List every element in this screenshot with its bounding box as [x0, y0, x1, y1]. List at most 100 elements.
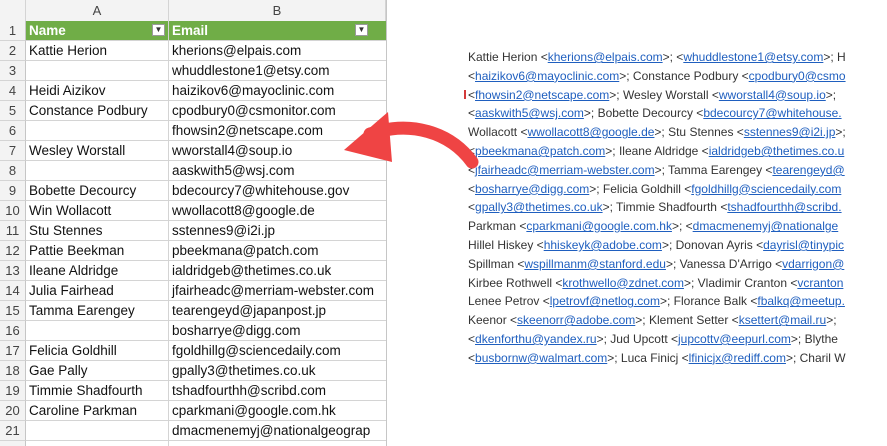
email-link[interactable]: skeenorr@adobe.com — [517, 313, 635, 327]
email-cell[interactable]: gpally3@thetimes.co.uk — [169, 361, 386, 380]
email-cell[interactable]: jfairheadc@merriam-webster.com — [169, 281, 386, 300]
email-cell[interactable]: kherions@elpais.com — [169, 41, 386, 60]
email-link[interactable]: whuddlestone1@etsy.com — [683, 50, 823, 64]
email-link[interactable]: ksettert@mail.ru — [739, 313, 827, 327]
row-header[interactable]: 15 — [0, 301, 26, 321]
email-cell[interactable]: sstennes9@i2i.jp — [169, 221, 386, 240]
email-link[interactable]: bosharrye@digg.com — [475, 182, 589, 196]
name-cell[interactable]: Timmie Shadfourth — [26, 381, 169, 400]
email-link[interactable]: tshadfourthh@scribd. — [727, 200, 841, 214]
name-cell[interactable]: Constance Podbury — [26, 101, 169, 120]
name-cell[interactable] — [26, 321, 169, 340]
row-header[interactable]: 20 — [0, 401, 26, 421]
email-cell[interactable]: tshadfourthh@scribd.com — [169, 381, 386, 400]
row-header[interactable]: 14 — [0, 281, 26, 301]
email-link[interactable]: sstennes9@i2i.jp — [744, 125, 836, 139]
email-cell[interactable]: cparkmani@google.com.hk — [169, 401, 386, 420]
name-cell[interactable]: Heidi Aizikov — [26, 81, 169, 100]
name-cell[interactable]: Bobette Decourcy — [26, 181, 169, 200]
row-header[interactable]: 6 — [0, 121, 26, 141]
email-link[interactable]: krothwello@zdnet.com — [562, 276, 684, 290]
row-header[interactable]: 2 — [0, 41, 26, 61]
name-cell[interactable]: Kattie Herion — [26, 41, 169, 60]
email-link[interactable]: fbalkq@meetup. — [757, 294, 845, 308]
email-cell[interactable]: fgoldhillg@sciencedaily.com — [169, 341, 386, 360]
name-cell[interactable] — [26, 121, 169, 140]
email-link[interactable]: dmacmenemyj@nationalge — [693, 219, 839, 233]
email-header-cell[interactable]: Email ▼ — [169, 21, 386, 40]
name-cell[interactable]: Wesley Worstall — [26, 141, 169, 160]
email-link[interactable]: wwollacott8@google.de — [527, 125, 654, 139]
email-link[interactable]: cparkmani@google.com.hk — [526, 219, 672, 233]
filter-dropdown-icon[interactable]: ▼ — [152, 24, 165, 36]
email-link[interactable]: dayrisl@tinypic — [763, 238, 844, 252]
email-cell[interactable]: haizikov6@mayoclinic.com — [169, 81, 386, 100]
name-cell[interactable]: Felicia Goldhill — [26, 341, 169, 360]
email-cell[interactable]: bdecourcy7@whitehouse.gov — [169, 181, 386, 200]
row-header[interactable]: 4 — [0, 81, 26, 101]
column-header-b[interactable]: B — [169, 0, 386, 21]
row-header[interactable]: 22 — [0, 441, 26, 446]
email-link[interactable]: ialdridgeb@thetimes.co.u — [709, 144, 845, 158]
row-header[interactable]: 1 — [0, 21, 26, 41]
name-cell[interactable]: Pattie Beekman — [26, 241, 169, 260]
row-header[interactable]: 21 — [0, 421, 26, 441]
email-cell[interactable] — [169, 441, 386, 446]
row-header[interactable]: 18 — [0, 361, 26, 381]
row-header[interactable]: 11 — [0, 221, 26, 241]
email-cell[interactable]: bosharrye@digg.com — [169, 321, 386, 340]
select-all-corner[interactable] — [0, 0, 26, 21]
name-cell[interactable]: Gae Pally — [26, 361, 169, 380]
row-header[interactable]: 12 — [0, 241, 26, 261]
email-link[interactable]: dkenforthu@yandex.ru — [475, 332, 597, 346]
email-link[interactable]: haizikov6@mayoclinic.com — [475, 69, 619, 83]
email-cell[interactable]: whuddlestone1@etsy.com — [169, 61, 386, 80]
name-cell[interactable]: Stu Stennes — [26, 221, 169, 240]
email-link[interactable]: lfinicjx@rediff.com — [689, 351, 786, 365]
email-link[interactable]: fhowsin2@netscape.com — [475, 88, 609, 102]
filter-dropdown-icon[interactable]: ▼ — [355, 24, 368, 36]
name-cell[interactable] — [26, 161, 169, 180]
row-header[interactable]: 10 — [0, 201, 26, 221]
email-link[interactable]: cpodbury0@csmo — [749, 69, 846, 83]
name-cell[interactable]: Tamma Earengey — [26, 301, 169, 320]
row-header[interactable]: 7 — [0, 141, 26, 161]
email-link[interactable]: gpally3@thetimes.co.uk — [475, 200, 603, 214]
column-header-a[interactable]: A — [26, 0, 169, 21]
name-cell[interactable]: Win Wollacott — [26, 201, 169, 220]
row-header[interactable]: 9 — [0, 181, 26, 201]
email-link[interactable]: hhiskeyk@adobe.com — [544, 238, 662, 252]
name-cell[interactable] — [26, 421, 169, 440]
email-link[interactable]: vdarrigon@ — [782, 257, 844, 271]
email-cell[interactable]: wwollacott8@google.de — [169, 201, 386, 220]
name-cell[interactable] — [26, 441, 169, 446]
email-cell[interactable]: dmacmenemyj@nationalgeograp — [169, 421, 386, 440]
row-header[interactable]: 17 — [0, 341, 26, 361]
row-header[interactable]: 3 — [0, 61, 26, 81]
row-header[interactable]: 5 — [0, 101, 26, 121]
email-link[interactable]: wspillmanm@stanford.edu — [524, 257, 666, 271]
name-cell[interactable]: Julia Fairhead — [26, 281, 169, 300]
name-header-cell[interactable]: Name ▼ — [26, 21, 169, 40]
name-cell[interactable] — [26, 61, 169, 80]
email-link[interactable]: bdecourcy7@whitehouse. — [703, 106, 841, 120]
row-header[interactable]: 19 — [0, 381, 26, 401]
email-cell[interactable]: ialdridgeb@thetimes.co.uk — [169, 261, 386, 280]
document-text: < — [468, 181, 476, 196]
row-header[interactable]: 16 — [0, 321, 26, 341]
email-link[interactable]: busbornw@walmart.com — [475, 351, 607, 365]
email-link[interactable]: wworstall4@soup.io — [719, 88, 826, 102]
email-link[interactable]: lpetrovf@netlog.com — [550, 294, 660, 308]
row-header[interactable]: 13 — [0, 261, 26, 281]
row-header[interactable]: 8 — [0, 161, 26, 181]
email-link[interactable]: vcranton — [797, 276, 843, 290]
name-cell[interactable]: Caroline Parkman — [26, 401, 169, 420]
email-link[interactable]: jfairheadc@merriam-webster.com — [475, 163, 655, 177]
name-cell[interactable]: Ileane Aldridge — [26, 261, 169, 280]
email-link[interactable]: tearengeyd@ — [772, 163, 844, 177]
email-link[interactable]: kherions@elpais.com — [548, 50, 663, 64]
email-link[interactable]: jupcottv@eepurl.com — [678, 332, 791, 346]
email-cell[interactable]: pbeekmana@patch.com — [169, 241, 386, 260]
email-cell[interactable]: tearengeyd@japanpost.jp — [169, 301, 386, 320]
email-link[interactable]: fgoldhillg@sciencedaily.com — [691, 182, 841, 196]
